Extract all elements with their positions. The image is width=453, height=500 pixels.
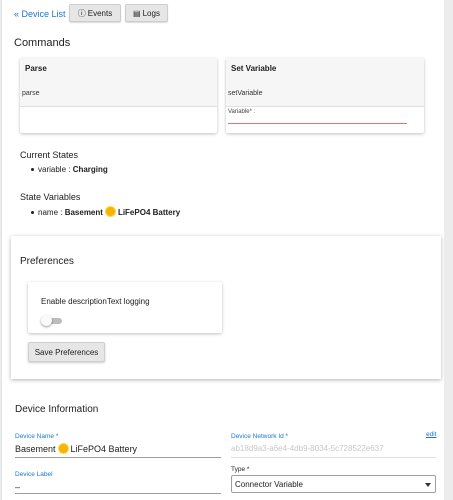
device-name-prefix: Basement bbox=[15, 444, 56, 454]
state-variables-heading: State Variables bbox=[20, 192, 81, 202]
type-select-value: Connector Variable bbox=[235, 480, 303, 489]
variable-key: name bbox=[38, 208, 59, 217]
events-label: Events bbox=[87, 8, 113, 18]
state-key: variable bbox=[38, 165, 67, 174]
current-states-heading: Current States bbox=[20, 150, 79, 160]
logs-button[interactable]: ▤ Logs bbox=[125, 4, 168, 22]
type-select[interactable]: Connector Variable bbox=[231, 475, 436, 493]
logs-icon: ▤ bbox=[133, 8, 141, 18]
state-variable-item: name : Basement LiFePO4 Battery bbox=[31, 207, 180, 217]
device-label-field[interactable]: – bbox=[15, 482, 20, 492]
variable-value-suffix: LiFePO4 Battery bbox=[117, 208, 181, 217]
device-list-link[interactable]: « Device List bbox=[14, 9, 66, 19]
command-card-set-variable: Set Variable setVariable Variable* : bbox=[226, 58, 424, 133]
scrollbar-gutter bbox=[444, 0, 453, 500]
network-id-field: ab18d9a3-a6e4-4db9-8034-5c728522e637 bbox=[231, 444, 384, 453]
sun-emoji-icon bbox=[105, 207, 115, 216]
chevron-down-icon bbox=[425, 483, 431, 487]
preference-card: Enable descriptionText logging bbox=[28, 282, 222, 333]
variable-input-underline bbox=[228, 123, 407, 124]
device-name-underline bbox=[15, 457, 221, 458]
sun-emoji-icon bbox=[58, 444, 68, 453]
device-label-label: Device Label bbox=[15, 471, 53, 478]
device-information-heading: Device Information bbox=[15, 404, 99, 415]
variable-input-label: Variable* : bbox=[228, 109, 256, 115]
network-id-underline bbox=[231, 457, 436, 458]
bullet bbox=[31, 211, 34, 215]
device-label-underline bbox=[15, 493, 221, 494]
device-name-label: Device Name * bbox=[15, 433, 59, 440]
command-title: Parse bbox=[25, 64, 47, 73]
set-variable-command-button[interactable]: Set Variable setVariable bbox=[226, 58, 424, 107]
command-title: Set Variable bbox=[231, 64, 277, 73]
variable-value-prefix: Basement bbox=[64, 208, 103, 217]
command-name: setVariable bbox=[228, 90, 263, 97]
edit-network-id-link[interactable]: edit bbox=[426, 431, 436, 438]
parse-command-button[interactable]: Parse parse bbox=[20, 58, 217, 107]
state-value: Charging bbox=[72, 165, 108, 174]
command-card-parse: Parse parse bbox=[20, 58, 217, 133]
command-name: parse bbox=[22, 90, 40, 97]
save-preferences-button[interactable]: Save Preferences bbox=[28, 342, 105, 362]
toggle-knob[interactable] bbox=[41, 315, 52, 326]
commands-heading: Commands bbox=[14, 37, 71, 49]
network-id-label: Device Network Id * bbox=[231, 433, 289, 440]
current-state-item: variable : Charging bbox=[31, 165, 108, 174]
variable-input[interactable]: Variable* : bbox=[226, 107, 424, 133]
device-name-field[interactable]: Basement LiFePO4 Battery bbox=[15, 444, 137, 454]
preferences-heading: Preferences bbox=[20, 256, 74, 267]
device-name-suffix: LiFePO4 Battery bbox=[70, 444, 138, 454]
device-page: « Device List ⓘ Events ▤ Logs Commands P… bbox=[1, 0, 445, 500]
info-icon: ⓘ bbox=[77, 8, 86, 18]
toggle-label: Enable descriptionText logging bbox=[41, 297, 150, 306]
bullet bbox=[31, 168, 34, 172]
events-button[interactable]: ⓘ Events bbox=[69, 4, 121, 22]
type-label: Type * bbox=[231, 466, 250, 473]
logs-label: Logs bbox=[142, 8, 160, 18]
